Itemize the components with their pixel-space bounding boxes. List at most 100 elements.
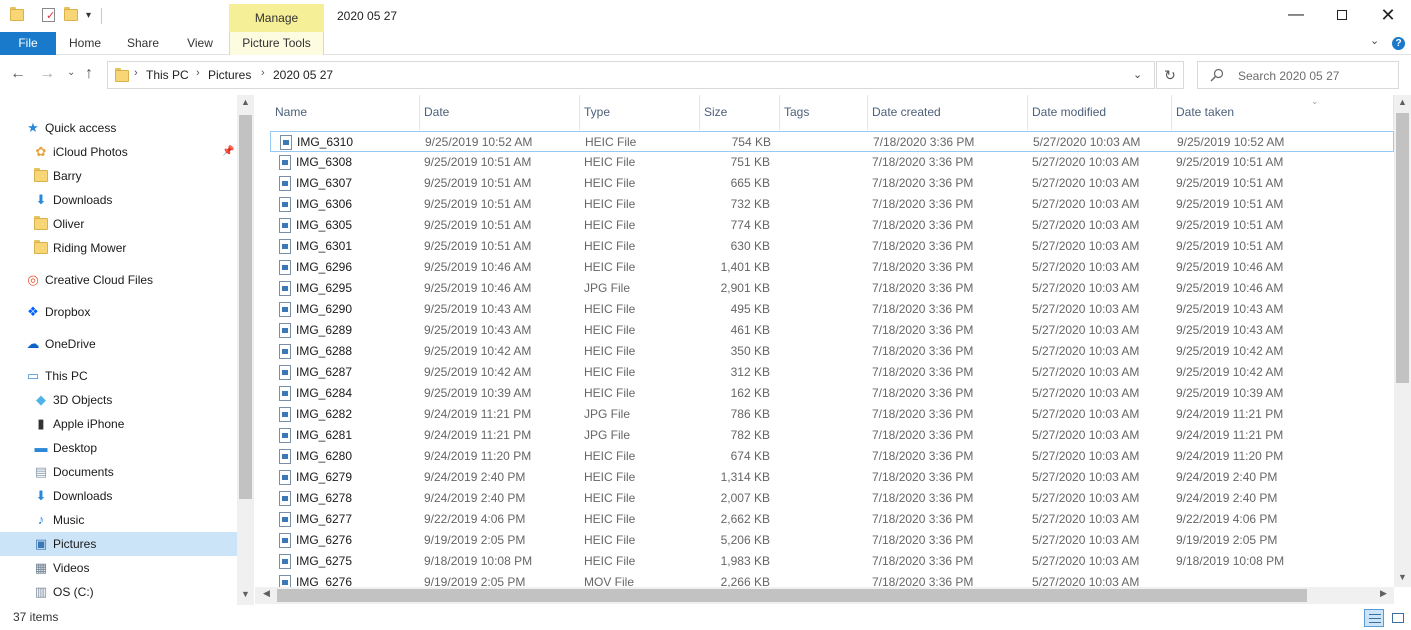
sidebar-item-icloud-photos[interactable]: ✿ iCloud Photos 📌 — [0, 140, 237, 164]
table-row[interactable]: IMG_6279 9/24/2019 2:40 PM HEIC File 1,314 … — [270, 467, 1394, 488]
file-date-taken: 9/18/2019 10:08 PM — [1176, 554, 1285, 568]
sidebar-item-3d-objects[interactable]: ◆ 3D Objects — [0, 388, 237, 412]
scroll-right-icon[interactable]: ▶ — [1380, 588, 1387, 599]
back-button[interactable]: ← — [10, 65, 26, 83]
column-header-name[interactable]: Name — [271, 95, 420, 130]
tab-picture-tools[interactable]: Picture Tools — [229, 32, 324, 55]
sidebar-item-onedrive[interactable]: ☁ OneDrive — [0, 332, 237, 356]
sidebar-item-music[interactable]: ♪ Music — [0, 508, 237, 532]
table-row[interactable]: IMG_6310 9/25/2019 10:52 AM HEIC File 754 K… — [270, 131, 1394, 152]
file-date-modified: 5/27/2020 10:03 AM — [1032, 176, 1140, 190]
column-header-size[interactable]: Size — [700, 95, 780, 130]
new-folder-icon[interactable] — [63, 7, 79, 23]
tab-home[interactable]: Home — [60, 32, 110, 55]
address-dropdown-icon[interactable]: ⌄ — [1133, 68, 1142, 81]
up-button[interactable]: ↑ — [85, 65, 93, 83]
breadcrumb-pictures[interactable]: Pictures — [208, 68, 251, 82]
table-row[interactable]: IMG_6287 9/25/2019 10:42 AM HEIC File 312 K… — [270, 362, 1394, 383]
table-row[interactable]: IMG_6305 9/25/2019 10:51 AM HEIC File 774 K… — [270, 215, 1394, 236]
table-row[interactable]: IMG_6308 9/25/2019 10:51 AM HEIC File 751 K… — [270, 152, 1394, 173]
table-row[interactable]: IMG_6280 9/24/2019 11:20 PM HEIC File 674 K… — [270, 446, 1394, 467]
sidebar-item-downloads[interactable]: ⬇ Downloads — [0, 188, 237, 212]
table-row[interactable]: IMG_6282 9/24/2019 11:21 PM JPG File 786 KB… — [270, 404, 1394, 425]
image-file-icon — [279, 218, 291, 233]
table-row[interactable]: IMG_6301 9/25/2019 10:51 AM HEIC File 630 K… — [270, 236, 1394, 257]
table-row[interactable]: IMG_6278 9/24/2019 2:40 PM HEIC File 2,007 … — [270, 488, 1394, 509]
breadcrumb-separator[interactable]: › — [134, 67, 138, 79]
table-row[interactable]: IMG_6307 9/25/2019 10:51 AM HEIC File 665 K… — [270, 173, 1394, 194]
breadcrumb-separator[interactable]: › — [196, 67, 200, 79]
table-row[interactable]: IMG_6306 9/25/2019 10:51 AM HEIC File 732 K… — [270, 194, 1394, 215]
table-row[interactable]: IMG_6290 9/25/2019 10:43 AM HEIC File 495 K… — [270, 299, 1394, 320]
scroll-down-icon[interactable]: ▼ — [241, 589, 250, 599]
breadcrumb-this-pc[interactable]: This PC — [146, 68, 189, 82]
scrollbar-thumb[interactable] — [239, 115, 252, 499]
sidebar-item-dropbox[interactable]: ❖ Dropbox — [0, 300, 237, 324]
scrollbar-thumb[interactable] — [277, 589, 1307, 602]
sidebar-item-creative-cloud-files[interactable]: ◎ Creative Cloud Files — [0, 268, 237, 292]
forward-button[interactable]: → — [39, 65, 55, 83]
refresh-button[interactable]: ↻ — [1156, 61, 1184, 89]
tab-file[interactable]: File — [0, 32, 56, 55]
sidebar-item-os-c[interactable]: ▥ OS (C:) — [0, 580, 237, 604]
scrollbar-thumb[interactable] — [1396, 113, 1409, 383]
file-name: IMG_6277 — [296, 512, 353, 526]
sidebar-item-apple-iphone[interactable]: ▮ Apple iPhone — [0, 412, 237, 436]
table-row[interactable]: IMG_6276 9/19/2019 2:05 PM HEIC File 5,206 … — [270, 530, 1394, 551]
table-row[interactable]: IMG_6289 9/25/2019 10:43 AM HEIC File 461 K… — [270, 320, 1394, 341]
image-file-icon — [279, 176, 291, 191]
navigation-pane-scrollbar[interactable]: ▲ ▼ — [237, 95, 254, 605]
file-list-vertical-scrollbar[interactable]: ▲ ▼ — [1394, 95, 1411, 587]
manage-contextual-tab[interactable]: Manage — [229, 4, 324, 32]
recent-locations-button[interactable]: ⌄ — [67, 67, 75, 78]
table-row[interactable]: IMG_6277 9/22/2019 4:06 PM HEIC File 2,662 … — [270, 509, 1394, 530]
breadcrumb-separator[interactable]: › — [261, 67, 265, 79]
details-view-button[interactable] — [1364, 609, 1384, 627]
scroll-down-icon[interactable]: ▼ — [1398, 572, 1407, 582]
file-type: HEIC File — [584, 449, 636, 463]
sidebar-item-downloads[interactable]: ⬇ Downloads — [0, 484, 237, 508]
column-header-tags[interactable]: Tags — [780, 95, 868, 130]
folder-icon[interactable] — [9, 7, 25, 23]
file-date-taken: 9/25/2019 10:52 AM — [1177, 135, 1285, 149]
large-icons-view-button[interactable] — [1387, 609, 1407, 627]
file-date: 9/25/2019 10:46 AM — [424, 260, 532, 274]
table-row[interactable]: IMG_6281 9/24/2019 11:21 PM JPG File 782 KB… — [270, 425, 1394, 446]
file-list-horizontal-scrollbar[interactable]: ◀ ▶ — [255, 587, 1394, 604]
tab-view[interactable]: View — [181, 32, 219, 55]
table-row[interactable]: IMG_6275 9/18/2019 10:08 PM HEIC File 1,983… — [270, 551, 1394, 572]
minimize-button[interactable]: — — [1273, 0, 1319, 32]
address-bar[interactable]: › This PC › Pictures › 2020 05 27 ⌄ — [107, 61, 1155, 89]
table-row[interactable]: IMG_6295 9/25/2019 10:46 AM JPG File 2,901 … — [270, 278, 1394, 299]
search-input[interactable]: Search 2020 05 27 — [1197, 61, 1399, 89]
maximize-button[interactable] — [1319, 0, 1365, 32]
sidebar-item-pictures[interactable]: ▣ Pictures — [0, 532, 237, 556]
sidebar-item-riding-mower[interactable]: Riding Mower — [0, 236, 237, 260]
scroll-up-icon[interactable]: ▲ — [241, 97, 250, 107]
help-icon[interactable]: ? — [1392, 37, 1405, 50]
quick-access-toolbar-dropdown[interactable]: ▾ — [86, 10, 91, 21]
table-row[interactable]: IMG_6296 9/25/2019 10:46 AM HEIC File 1,401… — [270, 257, 1394, 278]
table-row[interactable]: IMG_6284 9/25/2019 10:39 AM HEIC File 162 K… — [270, 383, 1394, 404]
column-header-date-modified[interactable]: Date modified — [1028, 95, 1172, 130]
properties-icon[interactable]: ✓ — [41, 7, 57, 23]
sidebar-item-this-pc[interactable]: ▭ This PC — [0, 364, 237, 388]
sidebar-item-barry[interactable]: Barry — [0, 164, 237, 188]
scroll-left-icon[interactable]: ◀ — [263, 588, 270, 599]
column-header-date-taken[interactable]: Date taken — [1172, 95, 1394, 130]
breadcrumb-current-folder[interactable]: 2020 05 27 — [273, 68, 333, 82]
table-row[interactable]: IMG_6288 9/25/2019 10:42 AM HEIC File 350 K… — [270, 341, 1394, 362]
file-size: 665 KB — [730, 176, 770, 190]
scroll-up-icon[interactable]: ▲ — [1398, 97, 1407, 107]
sidebar-item-quick-access[interactable]: ★ Quick access — [0, 116, 237, 140]
sidebar-item-oliver[interactable]: Oliver — [0, 212, 237, 236]
column-header-date-created[interactable]: Date created — [868, 95, 1028, 130]
column-header-type[interactable]: Type — [580, 95, 700, 130]
sidebar-item-documents[interactable]: ▤ Documents — [0, 460, 237, 484]
column-header-date[interactable]: Date — [420, 95, 580, 130]
sidebar-item-videos[interactable]: ▦ Videos — [0, 556, 237, 580]
tab-share[interactable]: Share — [122, 32, 164, 55]
sidebar-item-desktop[interactable]: ▬ Desktop — [0, 436, 237, 460]
expand-ribbon-icon[interactable]: ⌄ — [1370, 34, 1379, 47]
close-button[interactable]: ✕ — [1365, 0, 1411, 32]
